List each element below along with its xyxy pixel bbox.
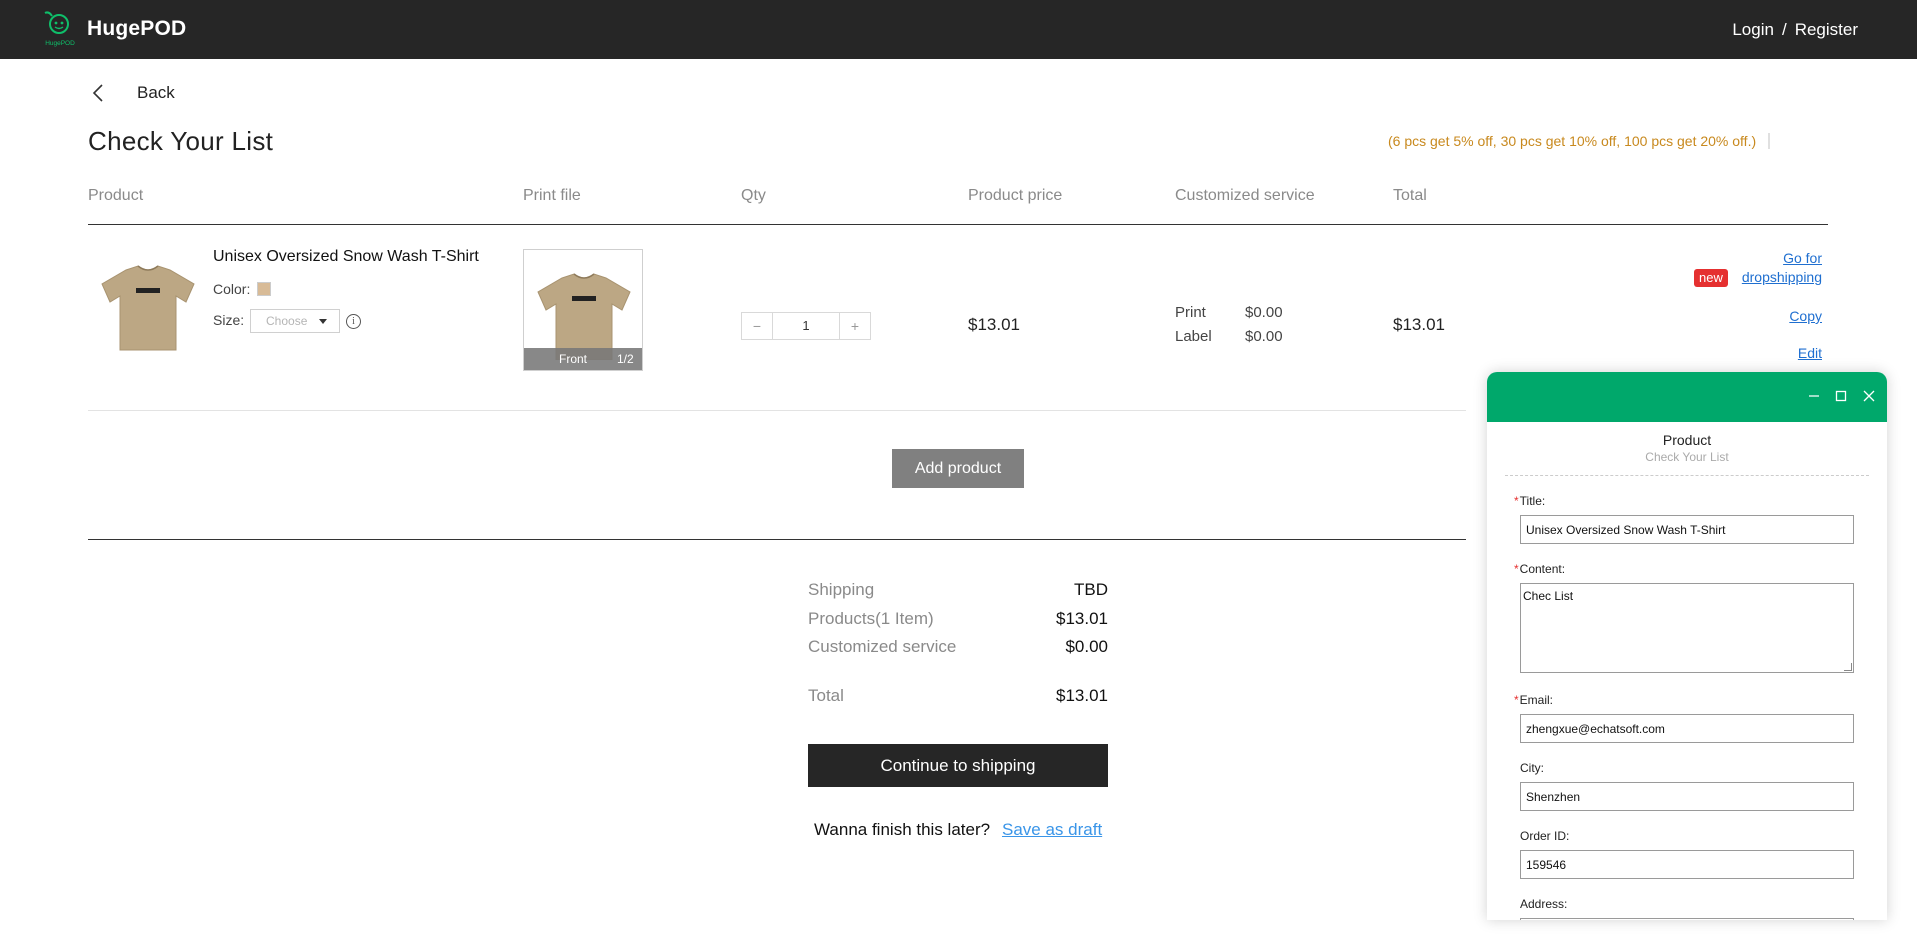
row-divider	[88, 410, 1466, 411]
required-mark: *	[1514, 693, 1519, 707]
print-page-indicator: 1/2	[617, 352, 634, 366]
auth-links: Login / Register	[1732, 20, 1858, 40]
dropshipping-link[interactable]: dropshipping	[1742, 269, 1822, 285]
order-id-input[interactable]: 159546	[1520, 850, 1854, 879]
title-input[interactable]: Unisex Oversized Snow Wash T-Shirt	[1520, 515, 1854, 544]
color-label: Color:	[213, 281, 251, 297]
resize-grip-icon[interactable]	[1844, 663, 1852, 671]
column-header-product-price: Product price	[968, 187, 1063, 204]
title-field-label: *Title:	[1514, 494, 1546, 508]
qty-increase-button[interactable]: +	[840, 313, 870, 339]
print-file-bar: Front 1/2	[524, 348, 642, 370]
email-input[interactable]: zhengxue@echatsoft.com	[1520, 714, 1854, 743]
discount-note: (6 pcs get 5% off, 30 pcs get 10% off, 1…	[1388, 133, 1771, 149]
print-file-image	[537, 273, 631, 360]
qty-decrease-button[interactable]: −	[742, 313, 772, 339]
address-field-label: Address:	[1520, 897, 1568, 911]
panel-title: Product	[1662, 432, 1712, 448]
panel-divider	[1505, 475, 1869, 476]
color-swatch	[257, 282, 271, 296]
column-header-customized-service: Customized service	[1175, 187, 1315, 204]
hugepod-logo-icon[interactable]: HugePOD	[42, 9, 78, 49]
column-header-total: Total	[1393, 187, 1427, 204]
summary-divider	[88, 539, 1466, 540]
content-value: Chec List	[1523, 589, 1574, 603]
back-button[interactable]: Back	[88, 80, 175, 106]
summary-shipping-label: Shipping	[808, 580, 875, 599]
service-print-value: $0.00	[1245, 304, 1283, 321]
service-print-label: Print	[1175, 304, 1206, 321]
edit-link[interactable]: Edit	[1798, 345, 1822, 361]
go-for-link[interactable]: Go for	[1783, 250, 1822, 266]
summary-products-value: $13.01	[1056, 609, 1108, 628]
continue-to-shipping-button[interactable]: Continue to shipping	[808, 744, 1108, 787]
size-placeholder: Choose	[266, 314, 308, 328]
column-header-product: Product	[88, 187, 144, 204]
product-price: $13.01	[968, 315, 1020, 334]
city-input[interactable]: Shenzhen	[1520, 782, 1854, 811]
print-side-label: Front	[559, 352, 588, 366]
copy-link[interactable]: Copy	[1789, 308, 1822, 324]
save-as-draft-link[interactable]: Save as draft	[1002, 820, 1102, 840]
finish-later-text: Wanna finish this later?	[814, 820, 991, 839]
email-field-label: *Email:	[1514, 693, 1554, 707]
login-link[interactable]: Login	[1732, 20, 1774, 39]
add-product-button[interactable]: Add product	[892, 449, 1024, 488]
summary-shipping-value: TBD	[1074, 580, 1108, 599]
brand-name[interactable]: HugePOD	[87, 17, 186, 41]
summary-service-label: Customized service	[808, 637, 957, 656]
close-icon[interactable]	[1860, 387, 1878, 405]
panel-header	[1487, 372, 1887, 422]
minimize-icon[interactable]	[1805, 387, 1823, 405]
required-mark: *	[1514, 494, 1519, 508]
summary-total-label: Total	[808, 686, 844, 705]
quantity-stepper: − 1 +	[741, 312, 871, 340]
content-textarea[interactable]: Chec List	[1520, 583, 1854, 673]
page-title: Check Your List	[88, 126, 274, 156]
svg-text:HugePOD: HugePOD	[45, 40, 75, 47]
register-link[interactable]: Register	[1795, 20, 1858, 39]
chevron-left-icon	[92, 84, 103, 102]
column-header-print-file: Print file	[523, 187, 581, 204]
size-label: Size:	[213, 312, 245, 328]
maximize-icon[interactable]	[1832, 387, 1850, 405]
print-file-preview[interactable]: Front 1/2	[523, 249, 643, 371]
info-icon[interactable]: i	[346, 314, 361, 329]
address-input[interactable]	[1520, 918, 1854, 920]
summary-total-value: $13.01	[1056, 686, 1108, 705]
service-label-value: $0.00	[1245, 328, 1283, 345]
product-form-panel: Product Check Your List *Title: Unisex O…	[1487, 372, 1887, 920]
size-select[interactable]: Choose	[250, 309, 340, 333]
service-label-label: Label	[1175, 328, 1212, 345]
panel-subtitle: Check Your List	[1645, 450, 1729, 464]
table-header-divider	[88, 224, 1828, 225]
column-header-qty: Qty	[741, 187, 766, 204]
order-id-field-label: Order ID:	[1520, 829, 1570, 843]
product-thumbnail[interactable]	[96, 262, 200, 354]
top-header: HugePOD HugePOD Login / Register	[0, 0, 1917, 59]
summary-products-label: Products(1 Item)	[808, 609, 934, 628]
content-field-label: *Content:	[1514, 562, 1566, 576]
auth-separator: /	[1781, 20, 1787, 39]
caret-down-icon	[319, 319, 327, 324]
required-mark: *	[1514, 562, 1519, 576]
summary-service-value: $0.00	[1065, 637, 1108, 656]
new-badge: new	[1694, 269, 1728, 287]
back-label: Back	[137, 83, 175, 102]
qty-input[interactable]: 1	[772, 313, 840, 339]
row-total: $13.01	[1393, 315, 1445, 334]
product-name: Unisex Oversized Snow Wash T-Shirt	[213, 248, 479, 265]
city-field-label: City:	[1520, 761, 1544, 775]
